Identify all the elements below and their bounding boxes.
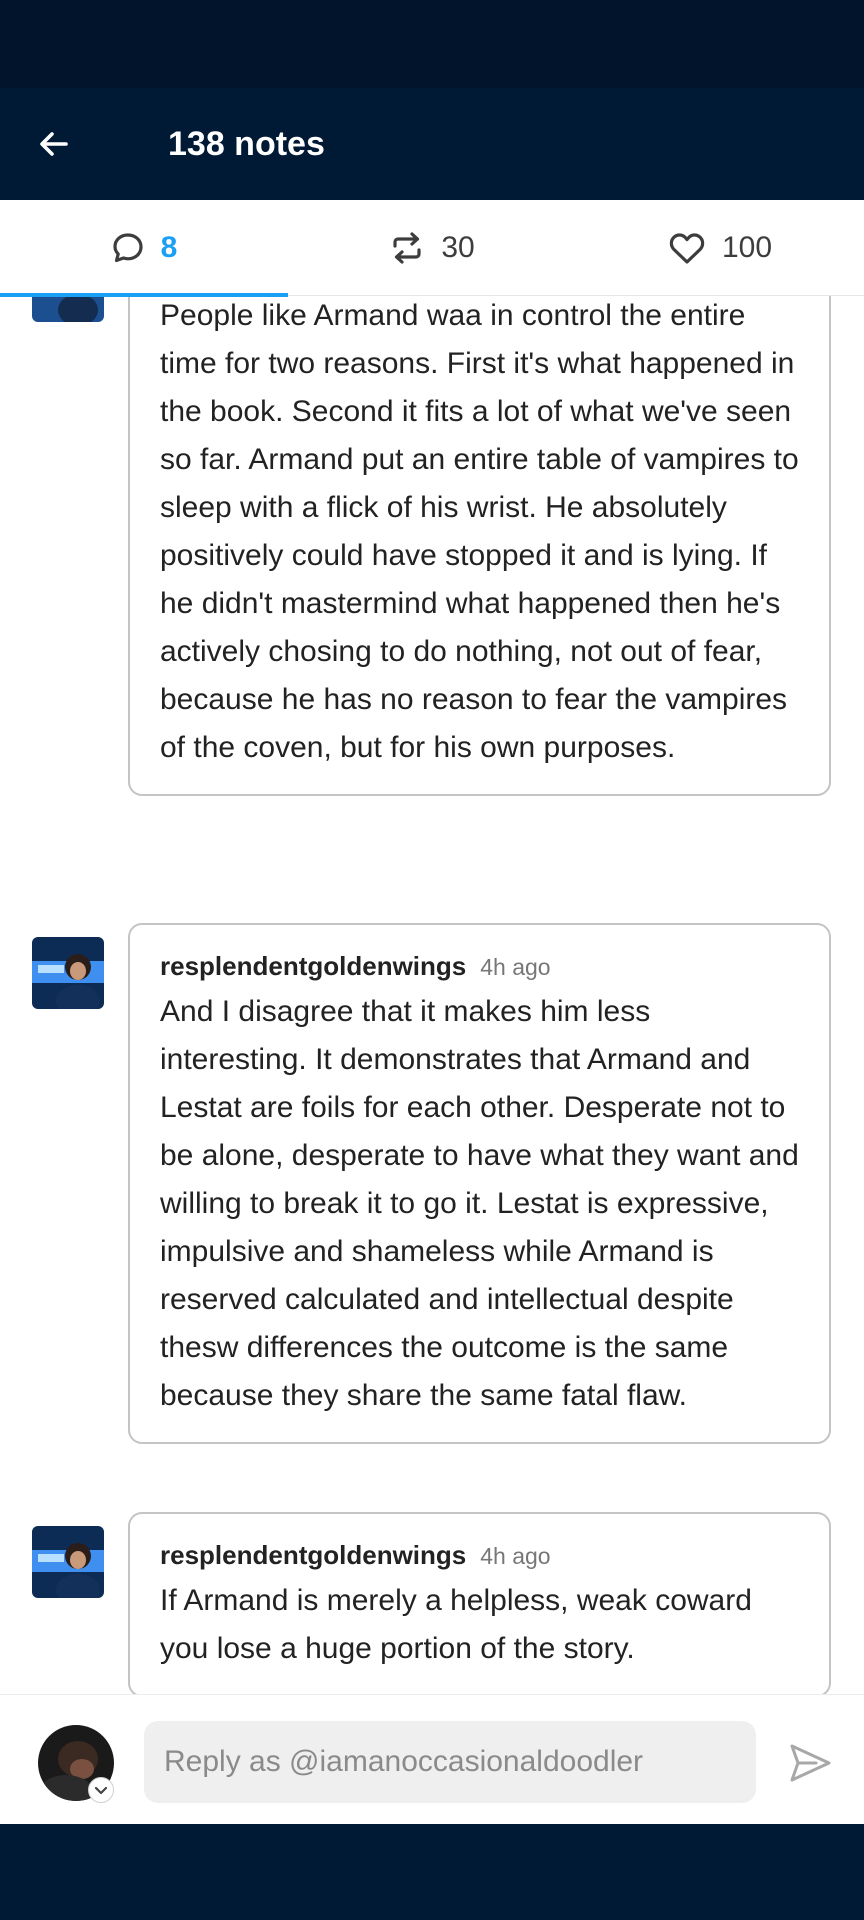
comment-icon: [113, 233, 143, 263]
note-bubble: resplendentgoldenwings 4h ago If Armand …: [128, 1512, 831, 1694]
tab-reblogs[interactable]: 30: [288, 200, 576, 296]
chevron-down-icon: [94, 1786, 108, 1795]
tab-replies-count: 8: [160, 231, 178, 264]
note-bubble: resplendentgoldenwings 4h ago And I disa…: [128, 923, 831, 1444]
header: 138 notes: [0, 88, 864, 200]
avatar[interactable]: [32, 1526, 104, 1598]
user-avatar-image: [32, 937, 104, 1009]
note-text: If Armand is merely a helpless, weak cow…: [160, 1584, 752, 1665]
status-bar: [0, 0, 864, 88]
user-avatar-image: [32, 1526, 104, 1598]
reply-bar: [0, 1694, 864, 1824]
system-navigation-bar: [0, 1824, 864, 1920]
note-username[interactable]: resplendentgoldenwings: [160, 1540, 466, 1571]
arrow-left-icon: [40, 132, 68, 156]
tab-replies[interactable]: 8: [0, 200, 288, 297]
note-bubble: People like Armand waa in control the en…: [128, 296, 831, 796]
avatar[interactable]: [32, 937, 104, 1009]
note-text: And I disagree that it makes him less in…: [160, 995, 799, 1412]
tab-reblogs-count: 30: [441, 231, 475, 264]
note-time: 4h ago: [480, 954, 551, 980]
avatar[interactable]: [32, 296, 104, 322]
back-button[interactable]: [30, 120, 78, 168]
reply-input[interactable]: [144, 1721, 756, 1803]
note-time: 4h ago: [480, 1543, 551, 1569]
tab-likes[interactable]: 100: [576, 200, 864, 296]
account-switch-button[interactable]: [88, 1777, 114, 1803]
note-username[interactable]: resplendentgoldenwings: [160, 951, 466, 982]
send-button[interactable]: [786, 1739, 834, 1787]
tab-likes-count: 100: [721, 231, 773, 264]
notes-content: 8 30 100 People like Armand waa in contr…: [0, 200, 864, 1694]
note-text: People like Armand waa in control the en…: [160, 299, 799, 764]
reblog-icon: [393, 232, 421, 264]
notes-tabs: 8 30 100: [0, 200, 864, 297]
heart-icon: [669, 233, 705, 264]
user-avatar-image: [32, 296, 104, 322]
notes-list: People like Armand waa in control the en…: [0, 296, 864, 1694]
send-icon: [790, 1744, 831, 1782]
page-title: 138 notes: [168, 125, 325, 163]
